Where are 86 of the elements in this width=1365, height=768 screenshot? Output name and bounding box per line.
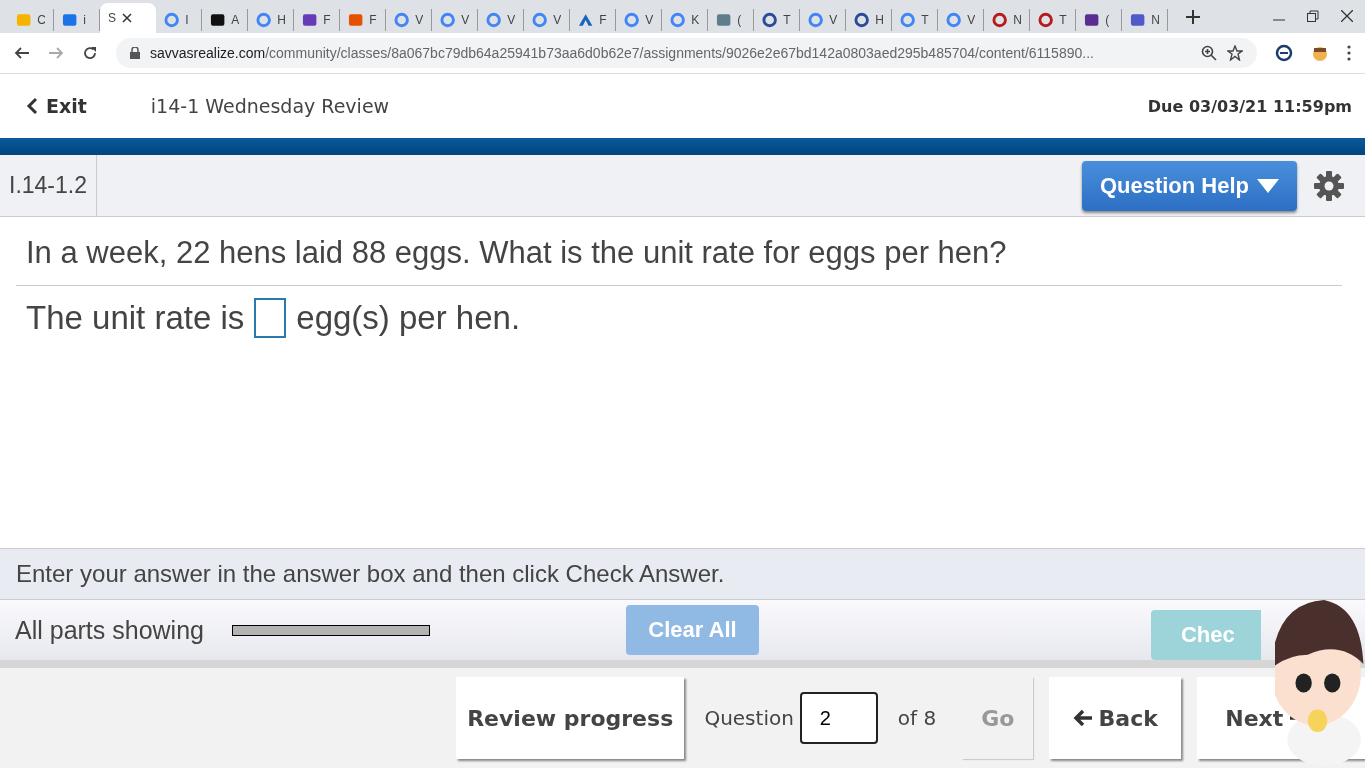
parts-label: All parts showing xyxy=(15,615,204,645)
browser-tab[interactable]: C xyxy=(8,9,54,31)
browser-tab[interactable]: V xyxy=(386,9,432,31)
answer-suffix: egg(s) per hen. xyxy=(296,299,521,337)
back-button[interactable]: Back xyxy=(1049,677,1182,759)
browser-tab[interactable]: F xyxy=(294,9,340,31)
tab-title: C xyxy=(37,13,45,27)
more-icon[interactable] xyxy=(1347,45,1351,61)
review-progress-button[interactable]: Review progress xyxy=(456,677,685,759)
tab-title: V xyxy=(461,13,469,27)
browser-tab[interactable]: T xyxy=(754,9,800,31)
tab-title: ( xyxy=(737,13,743,27)
browser-tab[interactable]: A xyxy=(202,9,248,31)
tab-title: V xyxy=(829,13,837,27)
browser-tab[interactable]: N xyxy=(984,9,1030,31)
answer-box[interactable] xyxy=(254,298,287,338)
extension-icon[interactable] xyxy=(1311,44,1329,62)
tab-title: I xyxy=(185,13,190,27)
browser-tab[interactable]: H xyxy=(846,9,892,31)
url-text: savvasrealize.com/community/classes/8a067bc79db64a25941b73aa6d0b62e7/assignments/9026e2e67bd142a0803aed295b485704/content/6115890... xyxy=(150,45,1095,61)
tab-title: V xyxy=(507,13,515,27)
restore-icon[interactable] xyxy=(1307,10,1319,22)
tab-title: H xyxy=(875,13,883,27)
question-text: In a week, 22 hens laid 88 eggs. What is the unit rate for eggs per hen? xyxy=(16,217,1342,286)
question-label: Question xyxy=(704,706,794,730)
tab-title: i xyxy=(83,13,87,27)
assignment-title: i14-1 Wednesday Review xyxy=(150,95,390,117)
browser-tab[interactable]: S xyxy=(100,3,156,33)
peak-icon xyxy=(578,12,594,28)
browser-tab[interactable]: T xyxy=(1030,9,1076,31)
browser-tab[interactable]: N xyxy=(1122,9,1168,31)
star-icon[interactable] xyxy=(1227,45,1243,61)
tab-title: T xyxy=(783,13,791,27)
tab-title: F xyxy=(369,13,377,27)
tab-title: T xyxy=(1059,13,1067,27)
browser-tab[interactable]: K xyxy=(662,9,708,31)
instruction-text: Enter your answer in the answer box and then click Check Answer. xyxy=(0,548,1365,600)
browser-tab[interactable]: V xyxy=(524,9,570,31)
caret-icon xyxy=(1257,177,1279,194)
settings-icon[interactable] xyxy=(1313,169,1345,202)
browser-tab[interactable]: F xyxy=(340,9,386,31)
browser-tab[interactable]: ( xyxy=(708,9,754,31)
tab-title: V xyxy=(967,13,975,27)
browser-tab[interactable]: V xyxy=(478,9,524,31)
letter-tile-icon xyxy=(348,12,364,28)
tab-title: N xyxy=(1013,13,1021,27)
close-icon[interactable] xyxy=(1341,10,1353,22)
browser-tab[interactable]: F xyxy=(570,9,616,31)
browser-tab[interactable]: ( xyxy=(1076,9,1122,31)
browser-tab[interactable]: V xyxy=(432,9,478,31)
arrow-left-icon xyxy=(1072,709,1093,727)
tab-title: K xyxy=(691,13,699,27)
tab-title: V xyxy=(415,13,423,27)
question-total: of 8 xyxy=(897,706,937,730)
answer-prefix: The unit rate is xyxy=(26,299,245,337)
browser-tab[interactable]: V xyxy=(800,9,846,31)
tab-title: F xyxy=(599,13,607,27)
tab-title: F xyxy=(323,13,331,27)
chevron-left-icon xyxy=(26,97,38,115)
tab-title: H xyxy=(277,13,285,27)
browser-tab[interactable]: V xyxy=(616,9,662,31)
tab-title: N xyxy=(1151,13,1159,27)
close-icon[interactable] xyxy=(122,13,132,23)
tab-title: ( xyxy=(1105,13,1111,27)
tab-title: S xyxy=(108,11,116,25)
lock-icon xyxy=(130,47,140,59)
browser-tab[interactable]: T xyxy=(892,9,938,31)
tab-title: V xyxy=(553,13,561,27)
back-arrow-icon[interactable] xyxy=(14,45,30,61)
browser-tab[interactable]: H xyxy=(248,9,294,31)
tab-title: A xyxy=(231,13,239,27)
address-bar[interactable]: savvasrealize.com/community/classes/8a067bc79db64a25941b73aa6d0b62e7/assignments/9026e2e67bd142a0803aed295b485704/content/6115890... xyxy=(116,38,1257,68)
problem-id: I.14-1.2 xyxy=(0,155,97,216)
browser-tab[interactable]: I xyxy=(156,9,202,31)
tab-title: V xyxy=(645,13,653,27)
exit-link[interactable]: Exit xyxy=(26,95,87,117)
extension-icon[interactable] xyxy=(1275,44,1293,62)
new-tab-icon[interactable] xyxy=(1186,10,1200,24)
browser-tab[interactable]: V xyxy=(938,9,984,31)
question-help-button[interactable]: Question Help xyxy=(1081,160,1297,211)
letter-tile-icon xyxy=(210,12,226,28)
due-date: Due 03/03/21 11:59pm xyxy=(1147,96,1352,116)
question-number-field[interactable]: 2 xyxy=(799,692,878,744)
zoom-icon[interactable] xyxy=(1201,45,1217,61)
reload-icon[interactable] xyxy=(82,45,98,61)
tab-title: T xyxy=(921,13,929,27)
